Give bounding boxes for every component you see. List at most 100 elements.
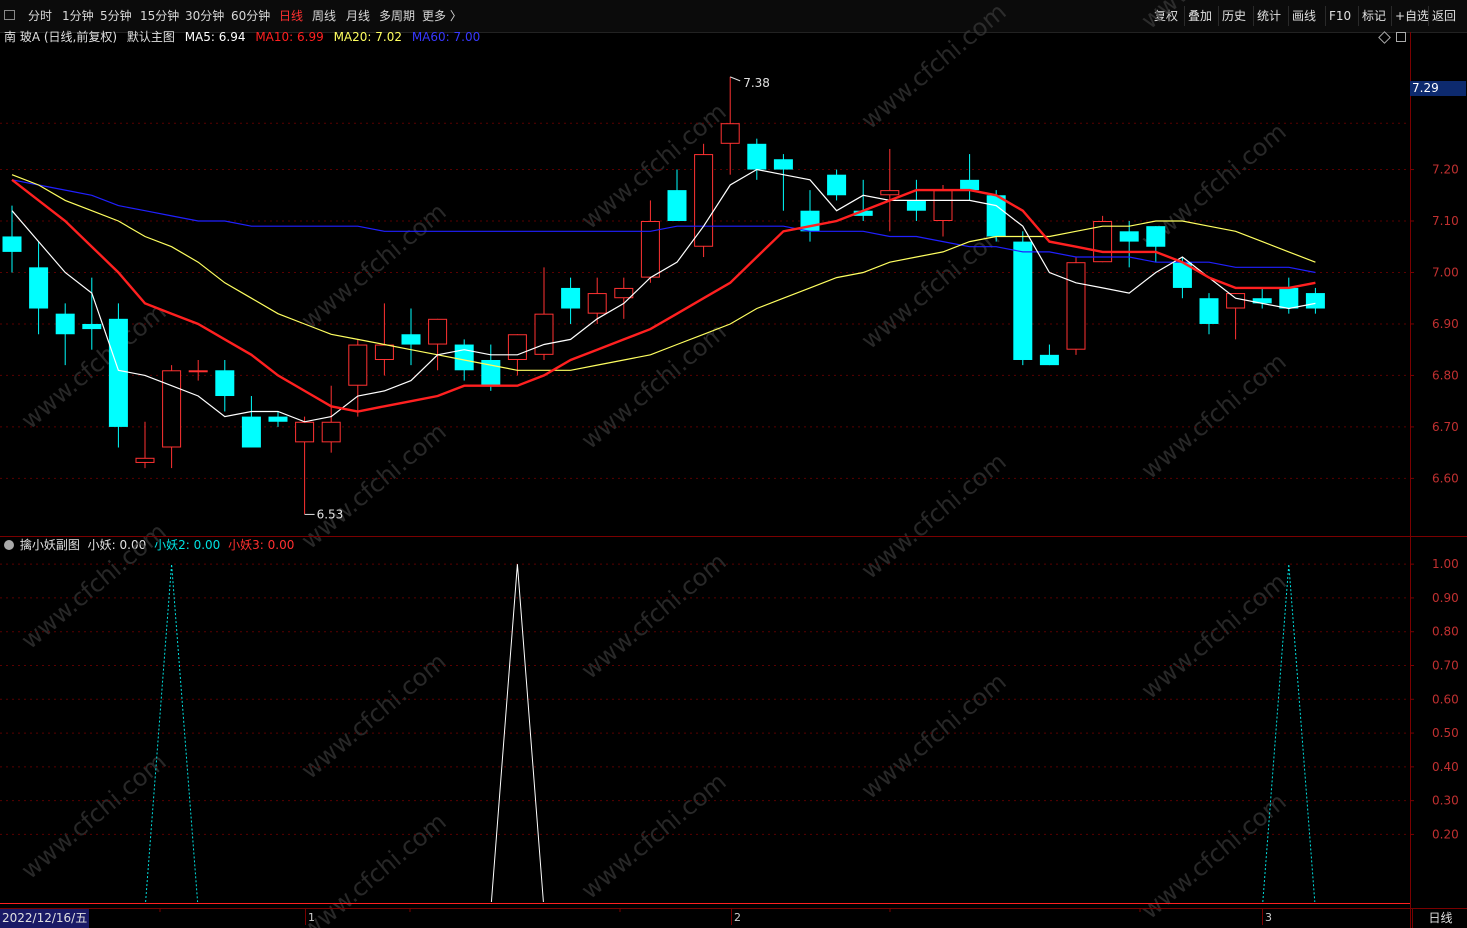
candle-body — [188, 370, 208, 373]
sub-chart-header: 擒小妖副图 小妖: 0.00 小妖2: 0.00 小妖3: 0.00 — [0, 536, 294, 554]
toolbar-button-1[interactable]: 叠加 — [1188, 0, 1212, 32]
sub-tick-label: 0.70 — [1432, 658, 1459, 672]
toolbar-button-7[interactable]: +自选 — [1395, 0, 1429, 32]
candle-body — [880, 190, 900, 196]
candle-body — [1252, 298, 1272, 304]
sub-tick-label: 0.80 — [1432, 625, 1459, 639]
ma10-legend: MA10: 6.99 — [255, 30, 324, 44]
candle-body — [1039, 354, 1059, 366]
candle-body — [481, 359, 501, 386]
stock-title[interactable]: 南 玻A (日线,前复权) — [4, 30, 117, 44]
signal-peak — [490, 564, 544, 903]
ma5-legend: MA5: 6.94 — [184, 30, 246, 44]
ma60-line — [11, 179, 1316, 274]
candle-body — [667, 190, 687, 222]
candle-body — [348, 344, 368, 386]
candle-body — [321, 421, 341, 443]
menu-icon[interactable] — [4, 10, 15, 20]
sub-tick-label: 0.50 — [1432, 726, 1459, 740]
price-tick-label: 6.60 — [1432, 471, 1459, 485]
candle-body — [906, 200, 926, 211]
diamond-icon[interactable] — [1378, 31, 1391, 44]
candle-body — [135, 457, 155, 463]
candle-body — [215, 370, 235, 397]
candle-body — [720, 123, 740, 144]
candle-body — [640, 221, 660, 278]
toolbar-separator — [1288, 6, 1289, 26]
toolbar-separator — [1253, 6, 1254, 26]
watermark-text: www.cfchi.com — [576, 767, 732, 904]
main-chart-header: 南 玻A (日线,前复权) 默认主图 MA5: 6.94 MA10: 6.99 … — [0, 28, 480, 46]
candle-body — [1172, 262, 1192, 288]
candle-body — [1093, 221, 1113, 263]
watermark-text: www.cfchi.com — [576, 97, 732, 234]
cursor-date: 2022/12/16/五 — [0, 909, 90, 928]
candle-body — [561, 287, 581, 309]
template-name[interactable]: 默认主图 — [127, 30, 175, 44]
watermark-text: www.cfchi.com — [1136, 567, 1292, 704]
watermark-text: www.cfchi.com — [296, 807, 452, 928]
toolbar-button-2[interactable]: 历史 — [1222, 0, 1246, 32]
sub-legend-2: 小妖2: 0.00 — [154, 538, 221, 552]
candle-body — [694, 154, 714, 247]
price-tick-label: 6.90 — [1432, 317, 1459, 331]
sub-tick-label: 0.60 — [1432, 692, 1459, 706]
bottom-period-tab[interactable]: 日线 — [1412, 909, 1467, 928]
candle-body — [82, 323, 102, 330]
watermark-text: www.cfchi.com — [1136, 347, 1292, 484]
watermark-text: www.cfchi.com — [856, 447, 1012, 584]
candle-body — [374, 344, 394, 360]
candle-body — [241, 416, 261, 448]
watermark-text: www.cfchi.com — [576, 317, 732, 454]
candle-body — [2, 236, 22, 252]
candle-body — [960, 179, 980, 191]
toolbar-button-8[interactable]: 返回 — [1432, 0, 1456, 32]
toolbar-button-6[interactable]: 标记 — [1362, 0, 1386, 32]
watermark-text: www.cfchi.com — [296, 647, 452, 784]
month-label: 1 — [308, 911, 315, 924]
toolbar-separator — [1428, 6, 1429, 26]
price-tick-label: 7.00 — [1432, 265, 1459, 279]
toolbar-button-4[interactable]: 画线 — [1292, 0, 1316, 32]
sub-tick-label: 0.30 — [1432, 794, 1459, 808]
collapse-icon[interactable] — [4, 540, 14, 550]
sub-tick-label: 0.40 — [1432, 760, 1459, 774]
candle-body — [29, 267, 49, 309]
sub-title[interactable]: 擒小妖副图 — [20, 538, 80, 552]
watermark-text: www.cfchi.com — [576, 547, 732, 684]
sub-legend-3: 小妖3: 0.00 — [228, 538, 295, 552]
high-price-label: 7.38 — [743, 76, 770, 90]
candle-body — [162, 370, 182, 448]
ma60-legend: MA60: 7.00 — [411, 30, 481, 44]
toolbar-separator — [1358, 6, 1359, 26]
month-label: 3 — [1265, 911, 1272, 924]
toolbar-button-5[interactable]: F10 — [1329, 0, 1351, 32]
price-tick-label: 7.10 — [1432, 214, 1459, 228]
candle-body — [295, 421, 315, 443]
candle-body — [401, 334, 421, 345]
candle-body — [454, 344, 474, 371]
candle-body — [614, 287, 634, 299]
watermark-text: www.cfchi.com — [296, 197, 452, 334]
toolbar-separator — [1325, 6, 1326, 26]
low-price-label: 6.53 — [317, 507, 344, 521]
toolbar-button-0[interactable]: 复权 — [1154, 0, 1178, 32]
candle-body — [1119, 231, 1139, 242]
ma5-line — [11, 168, 1316, 423]
candle-body — [773, 159, 793, 170]
candle-body — [587, 293, 607, 314]
watermark-text: www.cfchi.com — [856, 217, 1012, 354]
ma10-line — [11, 178, 1316, 413]
sub-tick-label: 0.20 — [1432, 827, 1459, 841]
toolbar-button-3[interactable]: 统计 — [1257, 0, 1281, 32]
candle-body — [507, 334, 527, 360]
restore-icon[interactable] — [1396, 32, 1406, 42]
candle-body — [853, 210, 873, 216]
sub-tick-label: 1.00 — [1432, 557, 1459, 571]
candle-body — [933, 190, 953, 222]
watermark-text: www.cfchi.com — [16, 297, 172, 434]
chart-canvas[interactable]: www.cfchi.com www.cfchi.com www.cfchi.com w… — [0, 0, 1467, 928]
toolbar-separator — [1391, 6, 1392, 26]
ma20-line — [11, 174, 1316, 371]
candle-body — [1146, 226, 1166, 247]
